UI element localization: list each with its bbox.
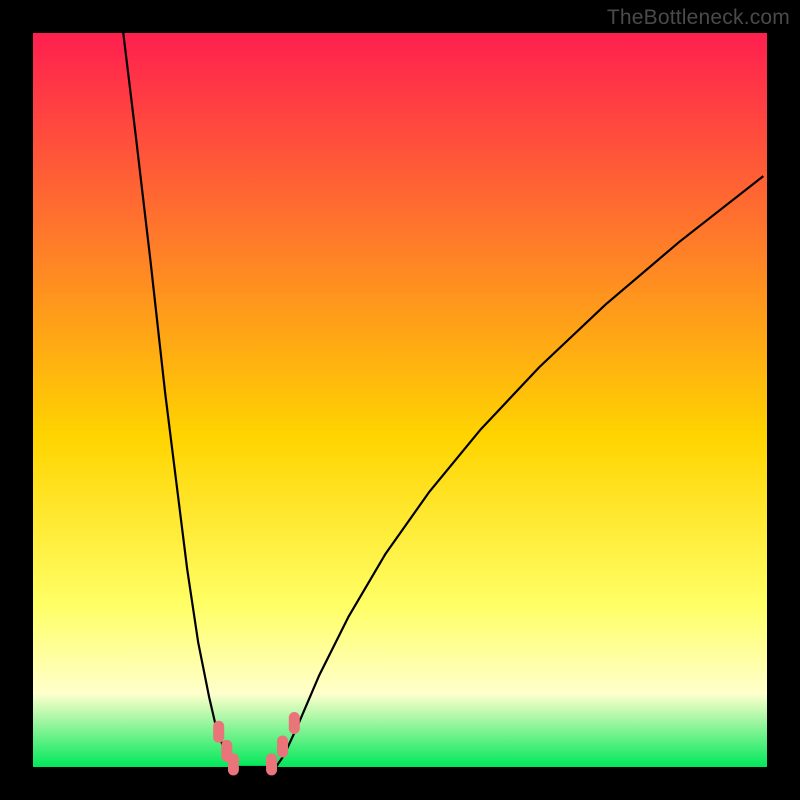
curve-marker [228,753,239,775]
curve-marker [277,735,288,757]
curve-path [123,33,763,767]
watermark-text: TheBottleneck.com [607,6,790,30]
curve-marker [213,721,224,743]
bottleneck-curve [0,0,800,800]
curve-marker [289,712,300,734]
curve-marker [266,753,277,775]
chart-container: TheBottleneck.com [0,0,800,800]
